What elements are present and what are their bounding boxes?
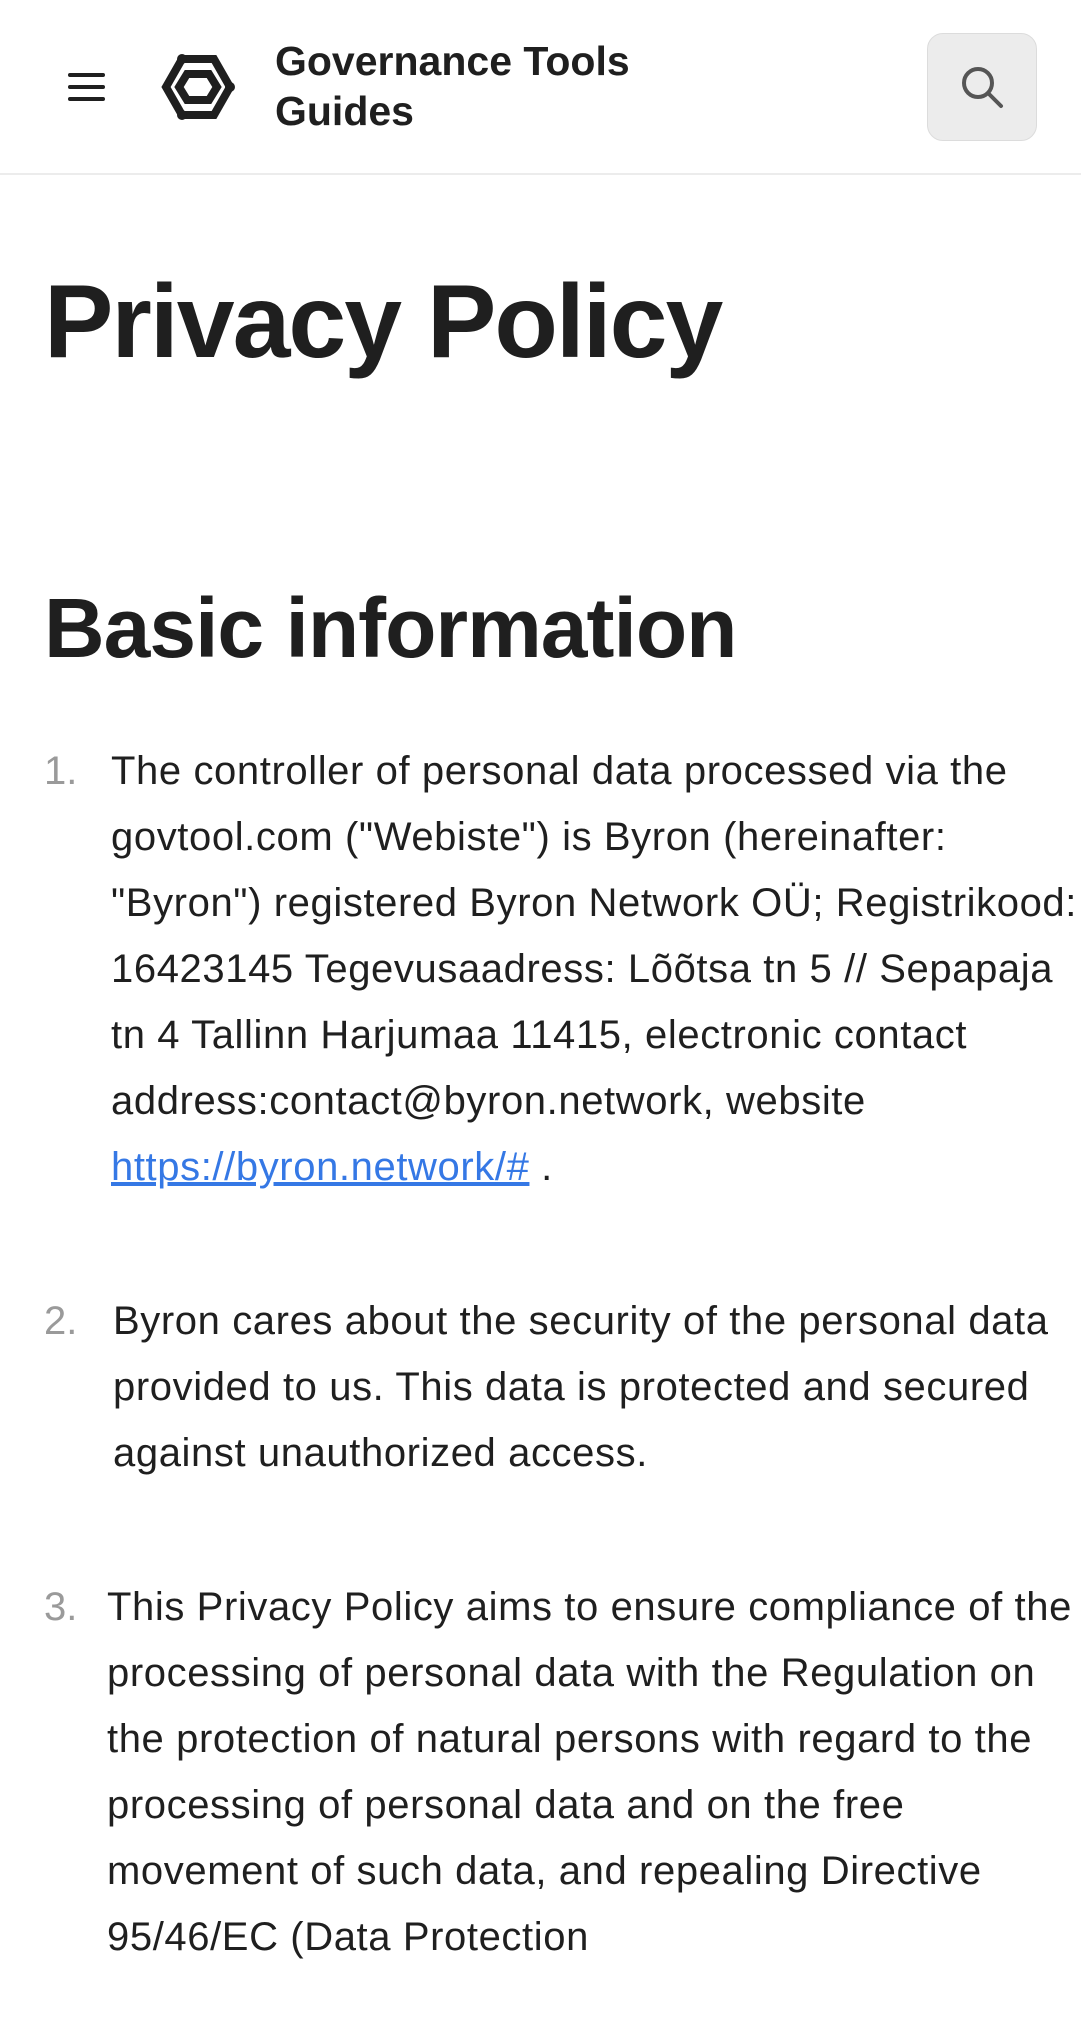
list-item: 3. This Privacy Policy aims to ensure co…	[44, 1574, 1071, 2034]
list-item: 2. Byron cares about the security of the…	[44, 1288, 1048, 1568]
list-item-number: 1.	[44, 749, 78, 793]
page-title: Privacy Policy	[44, 264, 723, 380]
byron-website-link[interactable]: https://byron.network/#	[111, 1145, 529, 1189]
search-button[interactable]	[927, 33, 1037, 141]
hamburger-menu-icon[interactable]	[62, 62, 112, 112]
list-item-number: 3.	[44, 1585, 78, 1629]
search-icon	[962, 67, 1003, 108]
list-item-text-end: .	[529, 1145, 553, 1189]
list-item-text-part: The controller of personal data processe…	[111, 749, 1077, 1123]
list-item-text: Byron cares about the security of the pe…	[113, 1299, 1049, 1475]
list-item-text: This Privacy Policy aims to ensure compl…	[107, 1585, 1072, 1959]
list-item-text: The controller of personal data processe…	[111, 738, 1081, 1200]
brand-title[interactable]: Governance Tools Guides	[275, 36, 695, 136]
list-item: 1. The controller of personal data proce…	[44, 738, 1076, 1268]
site-header: Governance Tools Guides	[0, 0, 1081, 175]
section-title: Basic information	[44, 581, 737, 675]
hexagon-logo-icon[interactable]	[152, 44, 244, 130]
list-item-number: 2.	[44, 1299, 78, 1343]
